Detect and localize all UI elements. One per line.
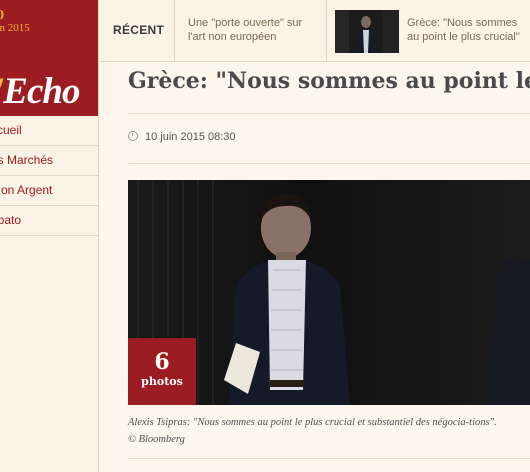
recent-article-link[interactable]: Une "porte ouverte" sur l'art non europé… (188, 16, 318, 44)
divider (128, 113, 530, 114)
photos-label: photos (141, 375, 183, 388)
article-title: Grèce: "Nous sommes au point le (128, 68, 530, 94)
divider (326, 0, 327, 61)
sidebar-item-mon-argent[interactable]: Mon Argent (0, 176, 98, 206)
thumbnail-image (335, 10, 399, 53)
photo-caption: Alexis Tsipras: "Nous sommes au point le… (128, 417, 497, 445)
recent-article-link[interactable]: Grèce: "Nous sommes au point le plus cru… (407, 16, 527, 44)
divider (128, 458, 530, 459)
photo-gallery-button[interactable]: 6 photos (128, 338, 196, 405)
recent-bar: RÉCENT Une "porte ouverte" sur l'art non… (99, 0, 530, 62)
brand-date: 0 uin 2015 (0, 9, 30, 35)
sidebar-item-accueil[interactable]: ccueil (0, 116, 98, 146)
logo-word: Echo (3, 71, 80, 112)
brand-logo-text: 'Echo (0, 70, 80, 113)
sidebar: 0 uin 2015 'Echo ccueil es Marchés Mon A… (0, 0, 99, 472)
divider (128, 163, 530, 164)
recent-article-thumbnail[interactable] (335, 10, 399, 53)
clock-icon (128, 131, 138, 141)
photos-count: 6 (154, 349, 170, 375)
brand-logo[interactable]: 0 uin 2015 'Echo (0, 0, 98, 116)
sidebar-item-sabato[interactable]: abato (0, 206, 98, 236)
divider (174, 0, 175, 61)
sidebar-item-marches[interactable]: es Marchés (0, 146, 98, 176)
sidebar-nav: ccueil es Marchés Mon Argent abato (0, 116, 98, 236)
article-meta: 10 juin 2015 08:30 (128, 131, 236, 143)
brand-date-day: 0 (0, 8, 4, 23)
recent-label: RÉCENT (113, 23, 165, 37)
brand-date-month: uin 2015 (0, 22, 30, 34)
article-date: 10 juin 2015 08:30 (145, 131, 236, 143)
